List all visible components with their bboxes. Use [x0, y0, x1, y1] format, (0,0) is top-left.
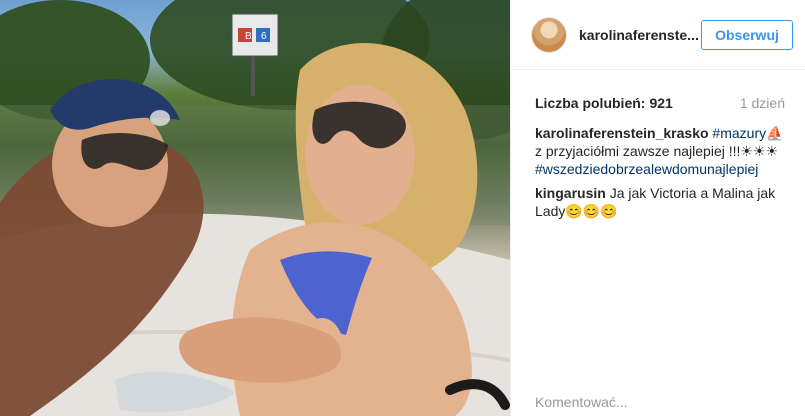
- photo-illustration: B 6: [0, 0, 510, 416]
- comment-username[interactable]: kingarusin: [535, 185, 606, 201]
- comments-fade: [511, 230, 805, 390]
- sail-emoji: ⛵: [766, 125, 784, 141]
- comment-emojis: 😊😊😊: [565, 203, 618, 219]
- comment-1: kingarusin Ja jak Victoria a Malina jak …: [535, 184, 785, 220]
- sun-emojis: ☀☀☀: [740, 143, 779, 159]
- likes-label: Liczba polubień:: [535, 95, 646, 111]
- caption-username[interactable]: karolinaferenstein_krasko: [535, 125, 709, 141]
- sign-6: 6: [261, 31, 267, 42]
- post-username[interactable]: karolinaferenste...: [579, 27, 699, 43]
- comment-input-placeholder[interactable]: Komentować...: [535, 394, 628, 410]
- caption-text: z przyjaciółmi zawsze najlepiej !!!: [535, 143, 741, 159]
- post-content: Liczba polubień: 921 1 dzień karolinafer…: [511, 88, 805, 220]
- likes-count[interactable]: 921: [649, 94, 672, 112]
- time-ago[interactable]: 1 dzień: [740, 94, 785, 112]
- post-sidebar: karolinaferenste... Obserwuj Liczba polu…: [510, 0, 805, 416]
- post-photo[interactable]: B 6: [0, 0, 510, 416]
- avatar[interactable]: [531, 16, 567, 53]
- comments: karolinaferenstein_krasko #mazury⛵ z prz…: [535, 124, 785, 220]
- sign-b: B: [245, 31, 252, 42]
- caption: karolinaferenstein_krasko #mazury⛵ z prz…: [535, 124, 785, 178]
- post-header: karolinaferenste... Obserwuj: [511, 0, 805, 70]
- likes-row: Liczba polubień: 921 1 dzień: [535, 88, 785, 118]
- post-frame: B 6 karolinaferenste... Obserwuj Liczba …: [0, 0, 805, 416]
- caption-hashtag-mazury[interactable]: #mazury: [712, 125, 766, 141]
- caption-hashtag-home[interactable]: #wszedziedobrzealewdomunajlepiej: [535, 161, 758, 177]
- follow-button[interactable]: Obserwuj: [701, 19, 793, 50]
